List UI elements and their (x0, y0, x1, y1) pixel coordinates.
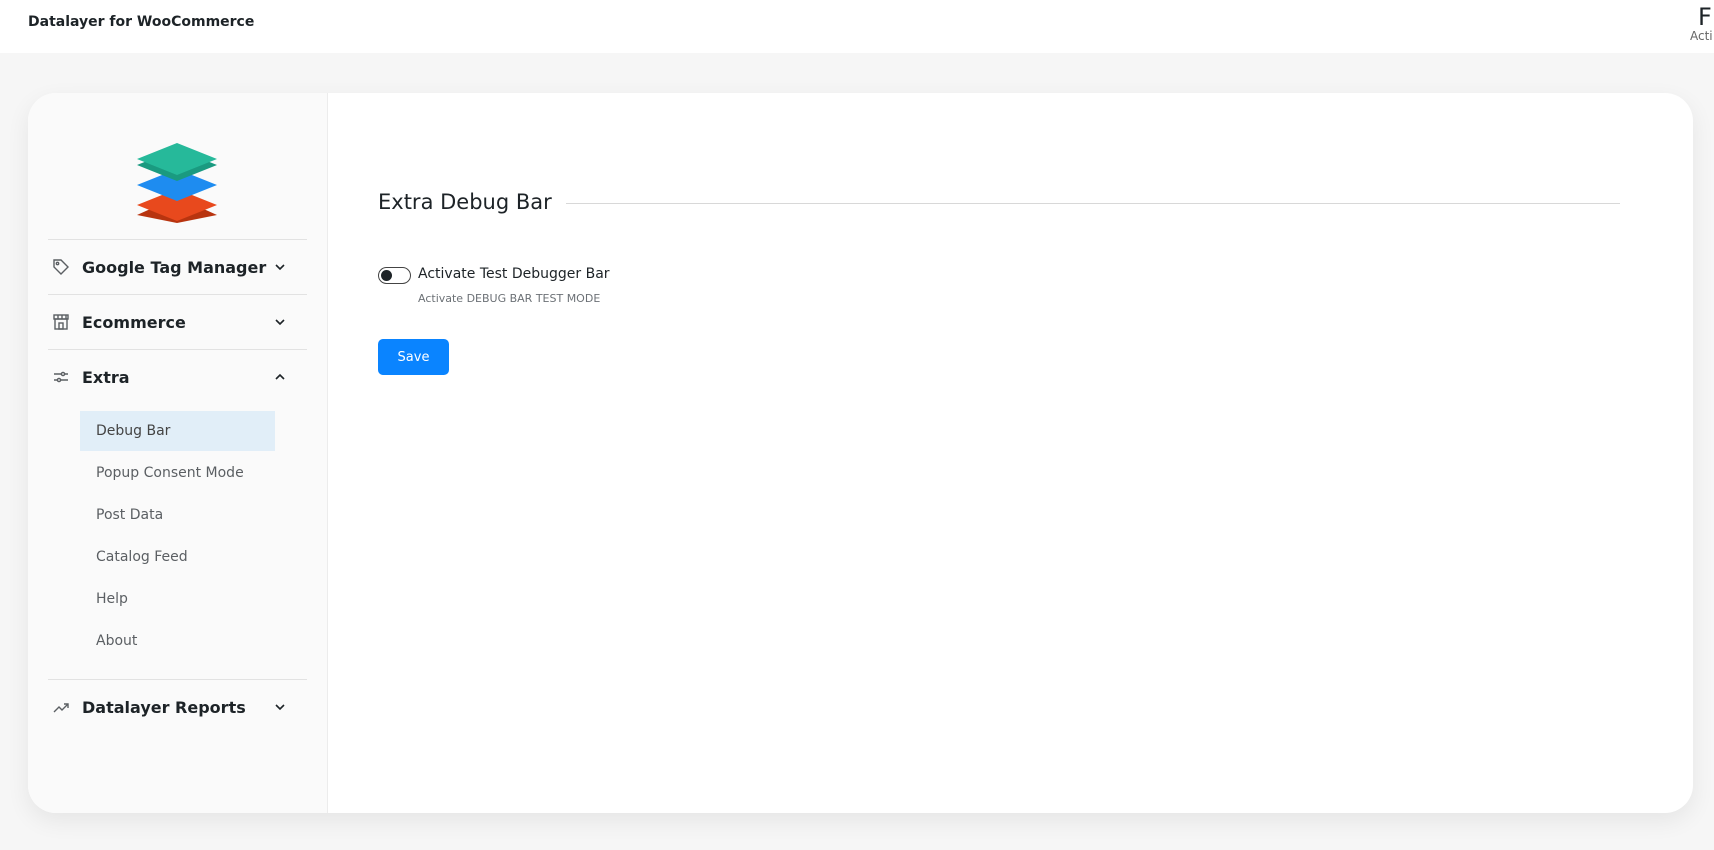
subnav-debug-bar[interactable]: Debug Bar (80, 411, 275, 451)
nav-label: Extra (82, 367, 130, 387)
top-right-initial: F (1698, 3, 1712, 31)
nav-extra[interactable]: Extra (48, 349, 307, 404)
top-bar: Datalayer for WooCommerce F Acti (0, 0, 1714, 53)
chevron-up-icon (275, 373, 285, 380)
top-right-label: Acti (1690, 29, 1713, 43)
subnav-post-data[interactable]: Post Data (80, 495, 275, 535)
top-right-account[interactable]: F Acti (1684, 2, 1714, 47)
store-icon (50, 311, 72, 333)
sidebar: Google Tag Manager Ecommerce Extra Debug… (28, 93, 328, 813)
toggle-label: Activate Test Debugger Bar (418, 266, 610, 282)
nav-datalayer-reports[interactable]: Datalayer Reports (48, 679, 307, 734)
toggle-description: Activate DEBUG BAR TEST MODE (418, 292, 601, 305)
nav-google-tag-manager[interactable]: Google Tag Manager (48, 239, 307, 294)
nav-label: Ecommerce (82, 312, 186, 332)
subnav-about[interactable]: About (80, 621, 275, 661)
subnav-help[interactable]: Help (80, 579, 275, 619)
chevron-down-icon (275, 319, 285, 326)
subnav-catalog-feed[interactable]: Catalog Feed (80, 537, 275, 577)
nav-label: Datalayer Reports (82, 697, 246, 717)
tag-icon (50, 256, 72, 278)
page-title: Extra Debug Bar (378, 190, 552, 214)
toggle-knob (381, 270, 392, 281)
nav-label: Google Tag Manager (82, 257, 267, 277)
trend-up-icon (50, 696, 72, 718)
title-divider (566, 203, 1620, 204)
app-title: Datalayer for WooCommerce (28, 14, 255, 30)
save-button[interactable]: Save (378, 339, 449, 375)
sliders-icon (50, 366, 72, 388)
debug-bar-toggle[interactable] (378, 267, 411, 284)
subnav-popup-consent-mode[interactable]: Popup Consent Mode (80, 453, 275, 493)
stacked-layers-logo (137, 143, 217, 223)
chevron-down-icon (275, 264, 285, 271)
chevron-down-icon (275, 704, 285, 711)
settings-card: Google Tag Manager Ecommerce Extra Debug… (28, 93, 1693, 813)
nav-ecommerce[interactable]: Ecommerce (48, 294, 307, 349)
